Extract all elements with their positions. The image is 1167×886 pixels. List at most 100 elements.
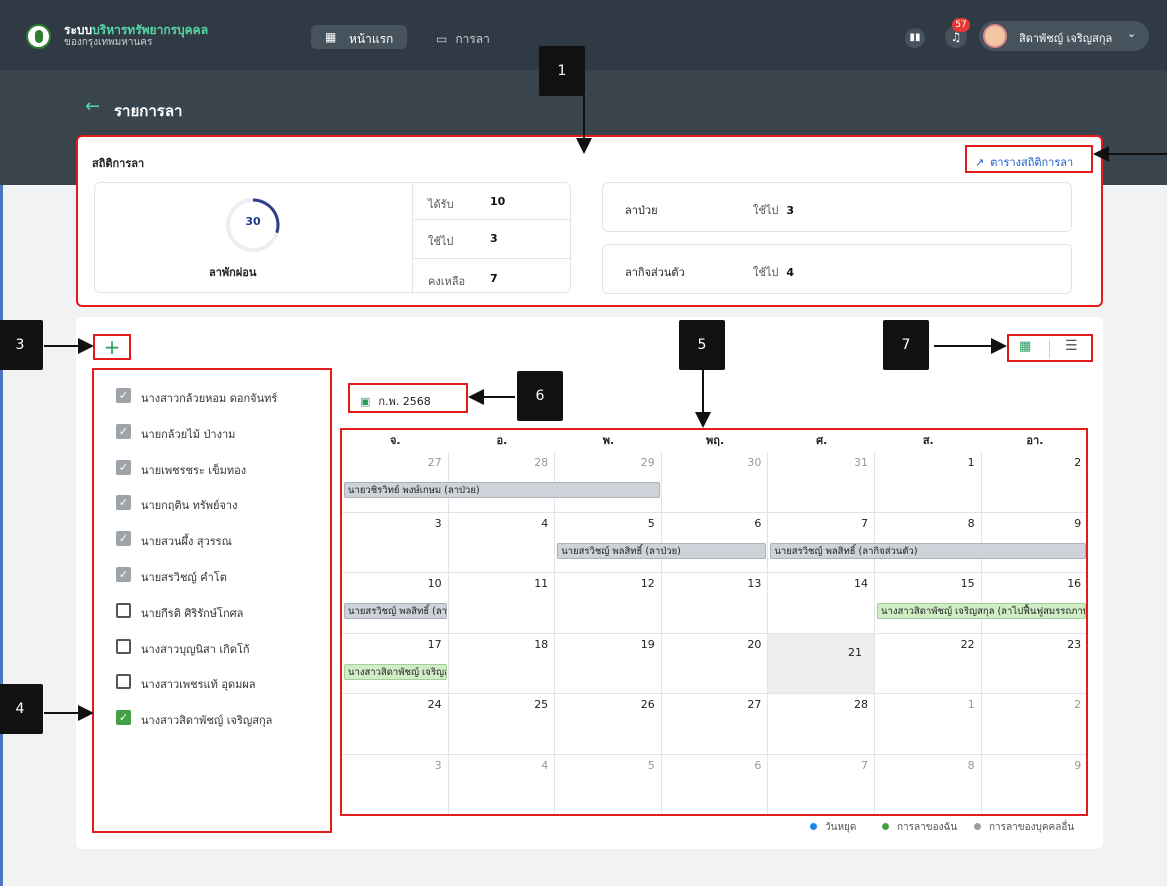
avatar <box>983 24 1007 48</box>
calendar-day-cell[interactable]: 1 <box>875 452 982 513</box>
calendar-day-cell[interactable]: 5 <box>555 754 662 814</box>
day-number: 28 <box>534 456 549 469</box>
calendar-day-cell[interactable]: 19 <box>555 633 662 694</box>
day-number: 28 <box>853 698 868 711</box>
book-icon[interactable]: ▮▮ <box>905 28 925 48</box>
weekday-header: จ. <box>389 434 401 447</box>
weekday-header: ส. <box>922 434 934 447</box>
calendar-day-cell[interactable]: 31 <box>768 452 875 513</box>
calendar-day-cell[interactable]: 9 <box>982 755 1086 815</box>
employee-name: นางสาวกล้วยหอม ดอกจันทร์ <box>141 392 278 405</box>
calendar-day-cell[interactable]: 28 <box>768 694 875 755</box>
calendar-day-cell[interactable]: 8 <box>875 754 982 814</box>
calendar-day-cell[interactable]: 12 <box>555 573 662 634</box>
calendar-day-cell[interactable]: 26 <box>555 694 662 755</box>
user-menu[interactable]: สิดาพัชญ์ เจริญสกุล ⌄ <box>979 21 1149 51</box>
checkbox[interactable] <box>116 638 131 654</box>
day-number: 1 <box>967 698 975 711</box>
checkbox[interactable]: ✓ <box>116 567 131 582</box>
employee-name: นายกล้วยไม้ ป่างาม <box>141 427 236 441</box>
chevron-down-icon: ⌄ <box>1127 27 1137 40</box>
day-number: 6 <box>754 516 762 530</box>
day-number: 21 <box>847 645 862 659</box>
calendar-day-cell[interactable]: 6 <box>662 754 769 814</box>
legend-item: วันหยุด <box>810 820 856 835</box>
leave-event[interactable]: นายสรวิชญ์ พลสิทธิ์ (ลากิจส่วนตัว) <box>770 542 1086 559</box>
leave-event[interactable]: นายวชิรวิทย์ พงษ์เกษม (ลาป่วย) <box>344 482 660 498</box>
page-title: รายการลา <box>114 102 183 120</box>
weekday-header: พ. <box>602 434 615 447</box>
personal-leave-card: ลากิจส่วนตัว ใช้ไป 4 <box>602 244 1072 294</box>
trend-icon: ↗ <box>975 156 985 169</box>
calendar-day-cell[interactable]: 23 <box>981 634 1086 694</box>
calendar-day-cell[interactable]: 2 <box>981 452 1086 513</box>
legend-dot <box>810 823 817 830</box>
day-number: 27 <box>747 698 762 711</box>
calendar-day-cell[interactable]: 21 <box>768 633 875 694</box>
calendar-day-cell[interactable]: 1 <box>875 694 982 755</box>
bma-logo[interactable] <box>26 24 51 49</box>
calendar-day-cell[interactable]: 3 <box>342 512 449 573</box>
employee-name: นายสรวิชญ์ คำโต <box>141 571 227 584</box>
sick-leave-used: ใช้ไป 3 <box>753 204 795 217</box>
calendar-day-cell[interactable]: 2 <box>981 694 1086 755</box>
calendar-day-cell[interactable]: 27 <box>661 694 769 755</box>
user-name: สิดาพัชญ์ เจริญสกุล <box>1019 32 1113 45</box>
vacation-label: ลาพักผ่อน <box>209 266 257 279</box>
callout-label: 3 <box>0 320 43 370</box>
calendar-day-cell[interactable]: 20 <box>661 633 769 694</box>
calendar-day-cell[interactable]: 3 <box>342 754 449 814</box>
nav-leave-link[interactable]: ▭ การลา <box>436 30 490 49</box>
checkbox[interactable]: ✓ <box>116 710 131 726</box>
checkbox[interactable]: ✓ <box>116 531 131 547</box>
calendar-day-cell[interactable]: 4 <box>448 512 556 573</box>
leave-stats-table-label: ตารางสถิติการลา <box>990 156 1074 169</box>
leave-event[interactable]: นางสาวสิดาพัชญ์ เจริญสกุล (ลาไปฟื้นฟูสมร… <box>877 603 1086 619</box>
calendar-day-cell[interactable]: 25 <box>448 694 556 755</box>
employee-name: นางสาวเพชรแท้ อุดมผล <box>141 678 256 692</box>
calendar-grid: จ. อ. พ. พฤ. ศ. ส. อา. 27 28 29 30 31 1 2 3 4 5 6 7 8 9 10 11 1… <box>340 428 1088 816</box>
checkbox[interactable] <box>116 602 131 618</box>
day-number: 29 <box>640 456 655 469</box>
month-picker[interactable]: ▣ ก.พ. 2568 <box>348 383 468 413</box>
nav-home-label: หน้าแรก <box>349 32 394 46</box>
calendar-day-cell[interactable]: 30 <box>661 452 769 513</box>
stats-title: สถิติการลา <box>92 157 145 170</box>
day-number: 30 <box>747 456 762 469</box>
day-number: 11 <box>534 577 549 590</box>
legend-item: การลาของฉัน <box>882 820 957 835</box>
calendar-day-cell[interactable]: 18 <box>448 633 556 694</box>
calendar-day-cell[interactable]: 13 <box>661 573 769 634</box>
list-view-icon[interactable]: ☰ <box>1065 338 1078 354</box>
legend-label: วันหยุด <box>825 822 857 833</box>
calendar-day-cell[interactable]: 24 <box>342 694 449 755</box>
day-number: 9 <box>1074 758 1082 772</box>
day-number: 5 <box>647 516 655 530</box>
day-number: 5 <box>647 758 655 772</box>
grid-icon: ▦ <box>325 30 337 44</box>
calendar-day-cell[interactable]: 4 <box>449 754 556 814</box>
app-brand-subtitle: ของกรุงเทพมหานคร <box>64 37 153 48</box>
nav-home-button[interactable]: ▦ หน้าแรก <box>311 25 407 49</box>
calendar-day-cell[interactable]: 11 <box>448 573 556 634</box>
calendar-day-cell[interactable]: 22 <box>875 633 982 694</box>
checkbox[interactable]: ✓ <box>116 495 131 511</box>
calendar-view-icon[interactable]: ▦ <box>1019 339 1031 354</box>
day-number: 7 <box>860 516 868 530</box>
day-number: 27 <box>427 456 442 469</box>
checkbox[interactable] <box>116 674 131 690</box>
checkbox[interactable]: ✓ <box>116 388 131 403</box>
day-number: 12 <box>640 577 655 590</box>
leave-event[interactable]: นางสาวสิดาพัชญ์ เจริญสกุล <box>344 663 447 680</box>
calendar-day-cell[interactable]: 14 <box>768 573 875 634</box>
leave-stats-table-link[interactable]: ↗ ตารางสถิติการลา <box>965 145 1093 173</box>
back-arrow-icon[interactable]: ← <box>85 96 100 117</box>
leave-event[interactable]: นายสรวิชญ์ พลสิทธิ์ (ลาป่วย) <box>557 542 767 559</box>
add-leave-button[interactable]: + <box>93 334 131 360</box>
calendar-day-cell[interactable]: 7 <box>768 754 875 814</box>
day-number: 19 <box>640 637 655 651</box>
checkbox[interactable]: ✓ <box>116 423 131 439</box>
leave-event[interactable]: นายสรวิชญ์ พลสิทธิ์ (ลากิจส่วนตัว) <box>344 603 447 619</box>
day-number: 4 <box>541 758 549 772</box>
checkbox[interactable]: ✓ <box>116 459 131 475</box>
